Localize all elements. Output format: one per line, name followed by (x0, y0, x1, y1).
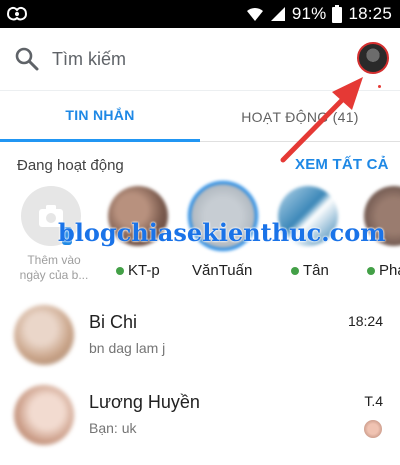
conversation-name: Bi Chi (89, 312, 138, 332)
friend-name-item[interactable]: Tân (291, 262, 329, 279)
friend-name-item[interactable]: Pha (367, 262, 400, 279)
see-all-link[interactable]: XEM TẤT CẢ (295, 156, 389, 173)
friend-name-item[interactable]: VănTuấn (192, 262, 252, 279)
search-icon[interactable] (14, 46, 40, 72)
search-bar (0, 28, 400, 90)
friend-name-item[interactable]: KT-p (116, 262, 160, 279)
friend-name: Tân (303, 262, 329, 279)
status-bar: 91% 18:25 (0, 0, 400, 28)
conversation-preview: Bạn: uk (89, 420, 137, 436)
search-input[interactable] (52, 47, 322, 71)
online-status-dot (367, 266, 375, 275)
add-story-caption-line2: ngày của b... (19, 268, 89, 282)
avatar (14, 305, 74, 365)
notification-app-icon (6, 6, 28, 21)
conversation-item[interactable]: Lương Huyền Bạn: uk T.4 (0, 380, 400, 458)
avatar (14, 385, 74, 445)
tab-activity[interactable]: HOẠT ĐỘNG (41) (200, 91, 400, 142)
friend-name: VănTuấn (192, 262, 253, 279)
add-story-caption-line1: Thêm vào (27, 253, 81, 267)
battery-percentage: 91% (291, 4, 327, 23)
friend-name: Pha (379, 262, 400, 279)
messenger-screen: 91% 18:25 TIN NHẮN HOẠT ĐỘNG (41) Đang h… (0, 0, 400, 465)
status-time: 18:25 (348, 4, 392, 23)
wifi-icon (246, 7, 263, 21)
tab-messages[interactable]: TIN NHẮN (0, 91, 200, 142)
online-status-dot (291, 266, 299, 275)
active-now-header: Đang hoạt động XEM TẤT CẢ (0, 152, 400, 180)
add-story-caption: Thêm vào ngày của b... (14, 253, 94, 283)
conversation-name: Lương Huyền (89, 392, 200, 412)
conversation-item[interactable]: Bi Chi bn dag lam j 18:24 (0, 300, 400, 378)
friend-name: KT-p (128, 262, 160, 279)
conversation-time: T.4 (364, 393, 383, 409)
conversation-time: 18:24 (347, 313, 383, 329)
tab-bar: TIN NHẮN HOẠT ĐỘNG (41) (0, 90, 400, 142)
signal-icon (270, 7, 285, 21)
battery-icon (332, 5, 343, 23)
profile-avatar[interactable] (357, 42, 389, 74)
annotation-dot (378, 85, 381, 88)
conversation-preview: bn dag lam j (89, 340, 166, 356)
watermark: blogchiasekienthuc.com (58, 218, 386, 247)
active-now-title: Đang hoạt động (17, 157, 124, 174)
online-status-dot (116, 266, 124, 275)
seen-avatar (364, 420, 382, 438)
